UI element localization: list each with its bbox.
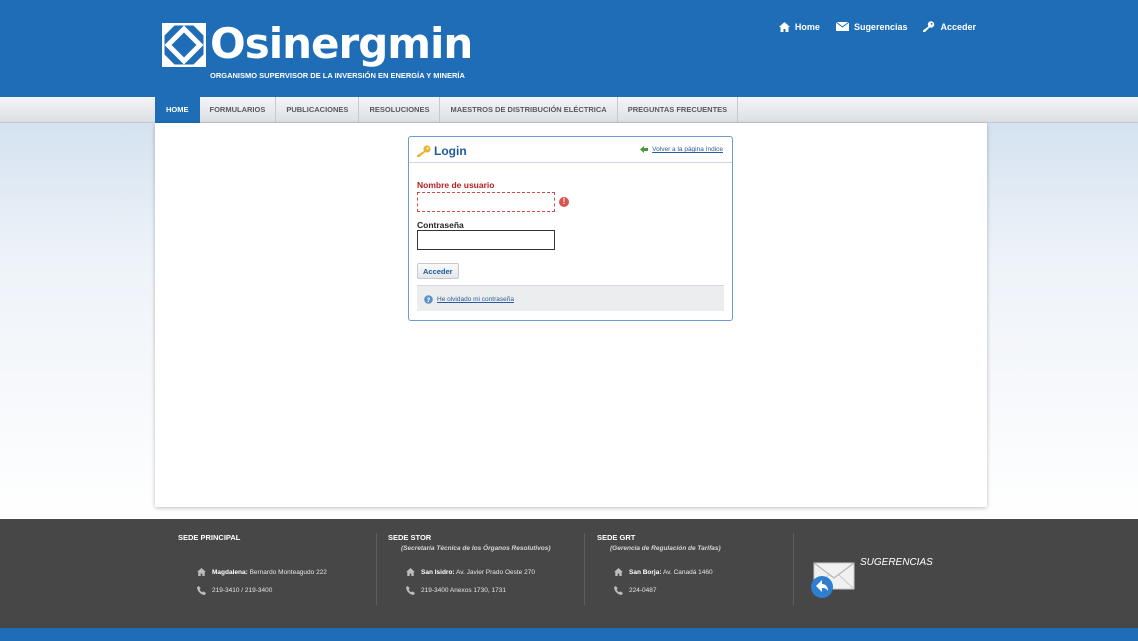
nav-item-home[interactable]: HOME [155, 97, 200, 123]
key-icon [923, 21, 935, 32]
home-icon [197, 568, 206, 576]
sede-stor: SEDE STOR (Secretaría Técnica de los Órg… [388, 533, 551, 552]
logo-text: Osinergmin [210, 19, 473, 68]
forgot-password-link[interactable]: ? He olvidado mi contraseña [424, 295, 514, 304]
top-link-sugerencias-label: Sugerencias [853, 21, 908, 32]
username-label: Nombre de usuario [417, 180, 495, 190]
site-footer: SEDE PRINCIPAL Magdalena: Bernardo Monte… [0, 519, 1138, 628]
help-icon: ? [424, 295, 433, 304]
sede-grt-phone: 224-0487 [614, 586, 656, 595]
password-label: Contraseña [417, 220, 464, 230]
content-panel: Login Volver a la página índice Nombre d… [155, 123, 987, 507]
login-title-text: Login [434, 144, 467, 158]
login-box: Login Volver a la página índice Nombre d… [408, 136, 733, 321]
nav-items: HOME FORMULARIOS PUBLICACIONES RESOLUCIO… [155, 97, 739, 123]
top-link-home[interactable]: Home [778, 21, 820, 32]
sede-principal-title: SEDE PRINCIPAL [178, 533, 241, 542]
top-link-acceder[interactable]: Acceder [923, 21, 976, 32]
envelope-reply-icon [811, 562, 855, 598]
sede-grt-place: San Borja: [629, 568, 662, 576]
key-icon [417, 145, 431, 157]
footer-divider [584, 533, 585, 605]
top-link-sugerencias[interactable]: Sugerencias [835, 21, 908, 32]
suggestions-link[interactable]: SUGERENCIAS [810, 557, 933, 602]
suggestions-label: SUGERENCIAS [860, 557, 933, 568]
sede-grt-address: San Borja: Av. Canadá 1460 [614, 568, 713, 576]
home-icon [406, 568, 415, 576]
svg-text:?: ? [427, 296, 431, 304]
phone-icon [197, 586, 206, 595]
site-header: Osinergmin ORGANISMO SUPERVISOR DE LA IN… [0, 0, 1138, 97]
sede-grt: SEDE GRT (Gerencia de Regulación de Tari… [597, 533, 721, 552]
top-link-acceder-label: Acceder [940, 21, 976, 32]
sede-stor-phone: 219-3400 Anexos 1730, 1731 [406, 586, 506, 595]
footer-bottom-bar [0, 628, 1138, 641]
sede-grt-subtitle: (Gerencia de Regulación de Tarifas) [610, 545, 721, 552]
sede-principal-phone-number: 219-3410 / 219-3400 [212, 587, 273, 594]
nav-item-resoluciones[interactable]: RESOLUCIONES [359, 97, 441, 123]
top-link-home-label: Home [794, 21, 820, 32]
top-links: Home Sugerencias Acceder [778, 21, 976, 32]
nav-item-preguntas[interactable]: PREGUNTAS FRECUENTES [618, 97, 739, 123]
sede-grt-title: SEDE GRT [597, 533, 636, 542]
nav-item-formularios[interactable]: FORMULARIOS [200, 97, 277, 123]
phone-icon [614, 586, 623, 595]
sede-grt-street: Av. Canadá 1460 [662, 568, 713, 576]
login-submit-button[interactable]: Acceder [417, 263, 459, 279]
forgot-password-label: He olvidado mi contraseña [437, 296, 514, 303]
home-icon [778, 21, 790, 32]
home-icon [614, 568, 623, 576]
login-title: Login [417, 144, 467, 158]
main-nav: HOME FORMULARIOS PUBLICACIONES RESOLUCIO… [0, 97, 1138, 123]
back-arrow-icon [640, 146, 649, 153]
sede-stor-place: San Isidro: [421, 568, 455, 576]
sede-grt-phone-number: 224-0487 [629, 587, 657, 594]
error-icon: ! [559, 197, 569, 207]
password-input[interactable] [417, 230, 555, 250]
phone-icon [406, 586, 415, 595]
footer-divider [376, 533, 377, 605]
sede-stor-title: SEDE STOR [388, 533, 432, 542]
sede-principal: SEDE PRINCIPAL [178, 533, 240, 542]
sede-principal-address: Magdalena: Bernardo Monteagudo 222 [197, 568, 327, 576]
sede-principal-phone: 219-3410 / 219-3400 [197, 586, 272, 595]
username-input[interactable] [417, 192, 555, 212]
forgot-password-panel: ? He olvidado mi contraseña [417, 285, 724, 311]
footer-divider [793, 533, 794, 605]
mail-icon [835, 22, 849, 31]
logo-mark-icon [162, 23, 206, 67]
logo-tagline: ORGANISMO SUPERVISOR DE LA INVERSIÓN EN … [210, 71, 465, 80]
sede-stor-phone-number: 219-3400 Anexos 1730, 1731 [421, 587, 506, 594]
sede-stor-address: San Isidro: Av. Javier Prado Oeste 270 [406, 568, 535, 576]
sede-principal-street: Bernardo Monteagudo 222 [249, 568, 327, 576]
sede-stor-street: Av. Javier Prado Oeste 270 [456, 568, 535, 576]
nav-item-publicaciones[interactable]: PUBLICACIONES [276, 97, 360, 123]
sede-principal-place: Magdalena: [212, 568, 248, 576]
back-to-index-link[interactable]: Volver a la página índice [640, 146, 723, 153]
login-header: Login Volver a la página índice [409, 137, 732, 163]
nav-item-maestros[interactable]: MAESTROS DE DISTRIBUCIÓN ELÉCTRICA [440, 97, 618, 123]
back-to-index-label: Volver a la página índice [652, 146, 723, 153]
sede-stor-subtitle: (Secretaría Técnica de los Órganos Resol… [401, 545, 551, 552]
